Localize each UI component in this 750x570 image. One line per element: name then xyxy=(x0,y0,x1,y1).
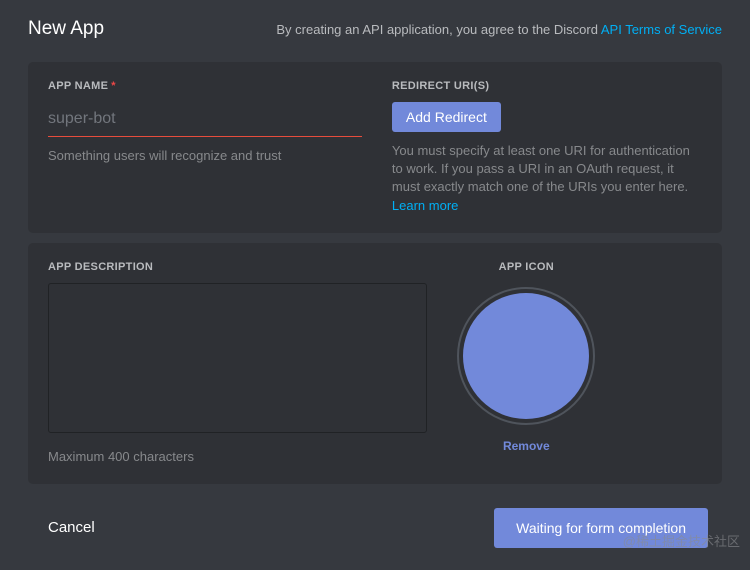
app-name-input[interactable] xyxy=(48,102,362,137)
cancel-button[interactable]: Cancel xyxy=(48,519,95,536)
agreement-text: By creating an API application, you agre… xyxy=(276,22,722,37)
redirect-helper-text: You must specify at least one URI for au… xyxy=(392,143,690,194)
redirect-section: REDIRECT URI(S) Add Redirect You must sp… xyxy=(392,80,702,215)
description-helper: Maximum 400 characters xyxy=(48,448,427,466)
learn-more-link[interactable]: Learn more xyxy=(392,198,458,213)
app-icon-label: APP ICON xyxy=(499,261,554,273)
tos-link[interactable]: API Terms of Service xyxy=(601,22,722,37)
app-icon-section: APP ICON Remove xyxy=(457,261,595,466)
app-secondary-panel: APP DESCRIPTION Maximum 400 characters A… xyxy=(28,243,722,484)
app-name-label-text: APP NAME xyxy=(48,80,108,92)
app-primary-panel: APP NAME* Something users will recognize… xyxy=(28,62,722,233)
description-section: APP DESCRIPTION Maximum 400 characters xyxy=(48,261,427,466)
redirect-label: REDIRECT URI(S) xyxy=(392,80,702,92)
app-icon-upload[interactable] xyxy=(457,287,595,425)
app-icon-preview xyxy=(463,293,589,419)
description-label: APP DESCRIPTION xyxy=(48,261,427,273)
remove-icon-button[interactable]: Remove xyxy=(503,439,550,453)
app-name-label: APP NAME* xyxy=(48,80,362,92)
page-title: New App xyxy=(28,18,104,40)
add-redirect-button[interactable]: Add Redirect xyxy=(392,102,501,132)
app-name-section: APP NAME* Something users will recognize… xyxy=(48,80,362,215)
watermark: @稀土掘金技术社区 xyxy=(623,531,740,550)
required-star-icon: * xyxy=(111,80,116,92)
app-name-helper: Something users will recognize and trust xyxy=(48,147,362,165)
description-input[interactable] xyxy=(48,283,427,433)
redirect-helper: You must specify at least one URI for au… xyxy=(392,142,702,215)
agreement-prefix: By creating an API application, you agre… xyxy=(276,22,600,37)
